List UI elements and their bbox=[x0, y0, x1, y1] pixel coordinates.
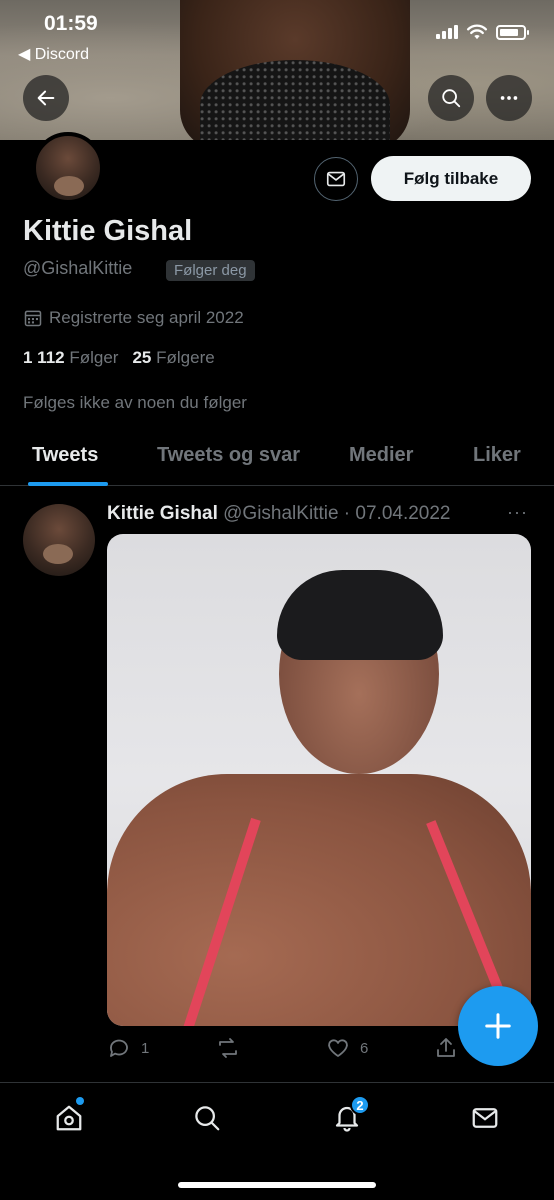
search-icon bbox=[195, 1106, 220, 1131]
not-followed-note: Følges ikke av noen du følger bbox=[23, 393, 247, 412]
more-horizontal-icon bbox=[500, 96, 518, 100]
back-to-app-link[interactable]: ◀ Discord bbox=[18, 44, 89, 64]
profile-name: Kittie Gishal bbox=[23, 215, 193, 247]
cellular-signal-icon bbox=[436, 25, 458, 39]
status-bar: 01:59 bbox=[0, 10, 554, 40]
profile-handle: @GishalKittie bbox=[23, 258, 133, 278]
nav-search[interactable] bbox=[192, 1103, 226, 1137]
retweet-button[interactable] bbox=[216, 1036, 250, 1060]
follow-stats: 1 112 Følger 25 Følgere bbox=[23, 348, 215, 368]
following-stat[interactable]: 1 112 Følger bbox=[23, 348, 118, 368]
system-icons bbox=[436, 24, 529, 40]
heart-icon bbox=[328, 1039, 348, 1057]
mail-icon bbox=[472, 1108, 498, 1128]
follow-back-button[interactable]: Følg tilbake bbox=[371, 156, 531, 201]
reply-button[interactable]: 1 bbox=[107, 1036, 149, 1060]
share-icon bbox=[437, 1038, 455, 1057]
tweet-author-avatar[interactable] bbox=[23, 504, 95, 576]
tab-media[interactable]: Medier bbox=[349, 444, 413, 467]
reply-count: 1 bbox=[141, 1039, 150, 1057]
like-button[interactable]: 6 bbox=[326, 1036, 368, 1060]
arrow-left-icon bbox=[37, 90, 55, 106]
home-icon bbox=[56, 1105, 82, 1131]
retweet-icon bbox=[219, 1038, 237, 1058]
active-tab-indicator bbox=[28, 482, 108, 486]
status-time: 01:59 bbox=[44, 12, 98, 35]
tweet-more-button[interactable]: ··· bbox=[507, 502, 528, 523]
tweet-media-image[interactable] bbox=[107, 534, 531, 1026]
like-count: 6 bbox=[360, 1039, 369, 1057]
message-button[interactable] bbox=[314, 157, 358, 201]
battery-icon bbox=[496, 24, 529, 40]
tab-tweets-and-replies[interactable]: Tweets og svar bbox=[157, 444, 300, 467]
tab-likes[interactable]: Liker bbox=[473, 444, 521, 467]
tweet-header: Kittie Gishal @GishalKittie · 07.04.2022 bbox=[107, 503, 451, 525]
home-unread-dot bbox=[76, 1097, 84, 1105]
banner-photo-detail bbox=[200, 60, 390, 140]
follows-you-badge: Følger deg bbox=[166, 260, 255, 281]
reply-icon bbox=[110, 1039, 128, 1057]
search-icon bbox=[442, 89, 461, 108]
photo-cap bbox=[277, 570, 443, 660]
tweet-author-meta: @GishalKittie · 07.04.2022 bbox=[223, 503, 451, 524]
tweet-author-name[interactable]: Kittie Gishal bbox=[107, 503, 218, 524]
home-indicator bbox=[178, 1182, 376, 1188]
back-button[interactable] bbox=[23, 75, 69, 121]
joined-date: Registrerte seg april 2022 bbox=[23, 308, 244, 328]
more-options-button[interactable] bbox=[486, 75, 532, 121]
share-button[interactable] bbox=[434, 1036, 458, 1060]
profile-tabs: Tweets Tweets og svar Medier Liker bbox=[0, 430, 554, 486]
followers-stat[interactable]: 25 Følgere bbox=[132, 348, 214, 368]
mail-icon bbox=[326, 171, 346, 187]
wifi-icon bbox=[466, 24, 488, 40]
compose-tweet-button[interactable] bbox=[458, 986, 538, 1066]
nav-messages[interactable] bbox=[470, 1103, 504, 1137]
search-button[interactable] bbox=[428, 75, 474, 121]
joined-text: Registrerte seg april 2022 bbox=[49, 308, 244, 327]
calendar-icon bbox=[24, 310, 42, 327]
tab-tweets[interactable]: Tweets bbox=[32, 444, 98, 467]
plus-icon bbox=[485, 1013, 511, 1039]
profile-avatar[interactable] bbox=[32, 132, 104, 204]
nav-home[interactable] bbox=[54, 1097, 88, 1137]
nav-notifications[interactable]: 2 bbox=[332, 1095, 370, 1137]
notifications-badge: 2 bbox=[350, 1095, 370, 1115]
